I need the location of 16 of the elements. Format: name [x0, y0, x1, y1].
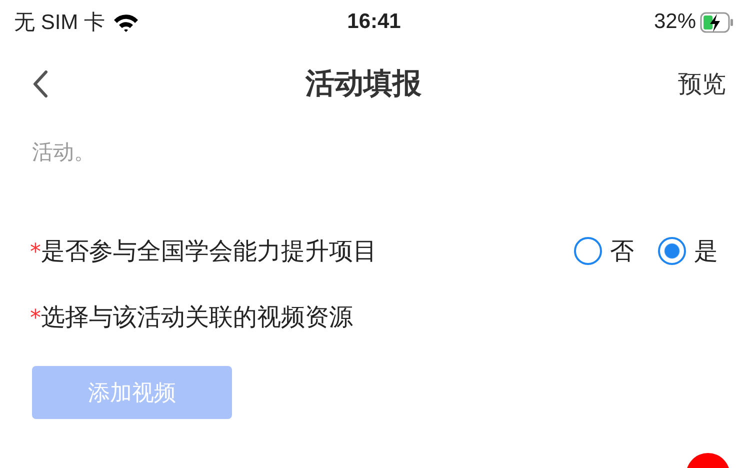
radio-button[interactable] — [574, 237, 602, 265]
field-label: 是否参与全国学会能力提升项目 — [41, 236, 377, 267]
page-title: 活动填报 — [306, 65, 422, 102]
carrier-text: 无 SIM 卡 — [14, 10, 106, 36]
radio-button[interactable] — [658, 237, 686, 265]
radio-label: 是 — [694, 236, 718, 267]
clock-time: 16:41 — [347, 10, 401, 34]
required-mark: * — [30, 306, 41, 331]
back-icon[interactable] — [32, 70, 49, 98]
wifi-icon — [113, 12, 140, 32]
required-mark: * — [30, 240, 41, 265]
radio-label: 否 — [610, 236, 634, 267]
preview-button[interactable]: 预览 — [678, 68, 726, 100]
battery-percent: 32% — [654, 10, 696, 34]
field-label: 选择与该活动关联的视频资源 — [41, 302, 353, 333]
description-text: 活动。 — [32, 139, 96, 166]
